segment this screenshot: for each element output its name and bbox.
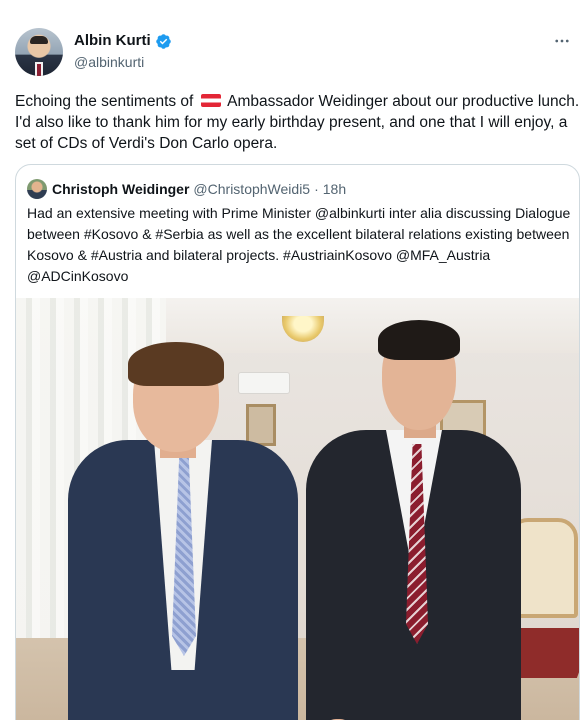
person-left (68, 342, 298, 720)
quoted-author-handle[interactable]: @ChristophWeidi5 (193, 180, 310, 198)
quoted-tweet-photo[interactable] (16, 298, 579, 720)
person-right (306, 320, 521, 720)
author-avatar[interactable] (15, 28, 63, 76)
quoted-tweet-time[interactable]: 18h (323, 180, 346, 198)
author-handle[interactable]: @albinkurti (74, 52, 172, 72)
tweet-text-start: Echoing the sentiments of (15, 93, 194, 110)
separator-dot: · (314, 181, 319, 197)
tweet-header: Albin Kurti @albinkurti (15, 28, 573, 76)
author-display-name[interactable]: Albin Kurti (74, 31, 151, 51)
avatar-tie (37, 64, 41, 76)
author-name-row[interactable]: Albin Kurti (74, 31, 172, 51)
quoted-author-name[interactable]: Christoph Weidinger (52, 180, 189, 198)
more-horizontal-icon[interactable] (551, 30, 573, 52)
author-name-block: Albin Kurti @albinkurti (74, 31, 172, 72)
person-left-hair (128, 342, 224, 386)
austria-flag-icon (200, 94, 221, 107)
quoted-tweet-card[interactable]: Christoph Weidinger @ChristophWeidi5 · 1… (15, 164, 580, 720)
tweet-body: Echoing the sentiments of Ambassador Wei… (15, 91, 580, 154)
more-dots-graphic (555, 39, 569, 43)
avatar-hair (30, 36, 48, 44)
quoted-tweet-text: Had an extensive meeting with Prime Mini… (27, 205, 571, 284)
verified-badge-icon (155, 33, 171, 49)
quoted-author-avatar[interactable] (27, 179, 47, 199)
person-right-hair (378, 320, 460, 360)
quoted-tweet-header: Christoph Weidinger @ChristophWeidi5 · 1… (27, 179, 346, 199)
